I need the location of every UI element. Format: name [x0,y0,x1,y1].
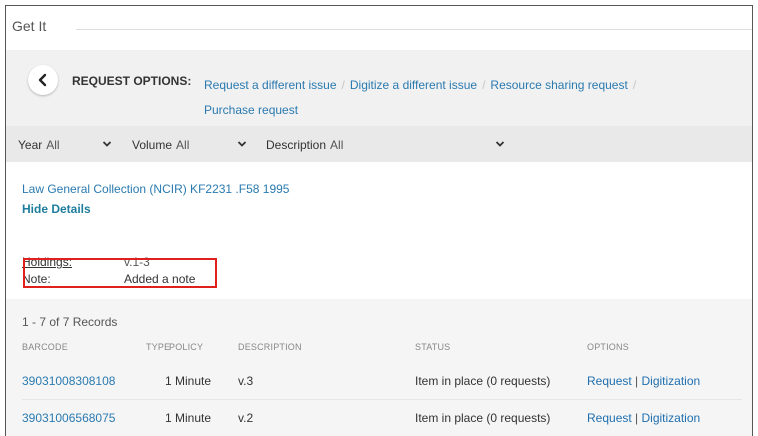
request-link[interactable]: Request [587,411,632,425]
options-cell: Request | Digitization [587,374,700,388]
chevron-left-icon [38,73,47,87]
column-header-description: DESCRIPTION [238,342,302,352]
link-separator: / [632,78,637,92]
header-divider [76,29,752,30]
options-cell: Request | Digitization [587,411,700,425]
year-filter[interactable]: Year All [18,138,60,152]
holding-location: Law General Collection (NCIR) KF2231 .F5… [22,182,290,196]
link-separator: / [341,78,345,92]
year-filter-label: Year [18,138,43,152]
hide-details-link[interactable]: Hide Details [22,202,91,216]
column-header-policy: POLICY [169,342,204,352]
chevron-down-icon[interactable] [237,140,247,148]
section-header: Get It [6,6,752,50]
section-title: Get It [12,18,47,34]
digitization-link[interactable]: Digitization [642,374,701,388]
records-count: 1 - 7 of 7 Records [22,315,118,329]
barcode-link[interactable]: 39031008308108 [22,374,115,388]
column-header-options: OPTIONS [587,342,629,352]
get-it-panel: Get It REQUEST OPTIONS: Request a differ… [5,5,753,436]
table-row: 39031006568075 1 Minute v.2 Item in plac… [22,400,742,436]
volume-filter[interactable]: Volume All [132,138,189,152]
column-header-type: TYPE [146,342,171,352]
policy-cell: 1 Minute [165,374,212,388]
description-cell: v.3 [238,374,254,388]
resource-sharing-request-link[interactable]: Resource sharing request [490,78,627,92]
filter-bar: Year All Volume All Description All [6,126,752,163]
records-section: 1 - 7 of 7 Records BARCODE TYPE POLICY D… [6,299,752,436]
digitization-link[interactable]: Digitization [642,411,701,425]
note-highlight-box [23,258,217,288]
option-separator: | [631,374,642,388]
policy-cell: 1 Minute [165,411,212,425]
description-filter[interactable]: Description All [266,138,343,152]
volume-filter-label: Volume [132,138,173,152]
option-separator: | [631,411,642,425]
volume-filter-value: All [176,138,190,152]
purchase-request-link[interactable]: Purchase request [204,103,298,117]
description-filter-value: All [330,138,344,152]
digitize-different-issue-link[interactable]: Digitize a different issue [350,78,477,92]
status-cell: Item in place (0 requests) [415,374,551,388]
status-cell: Item in place (0 requests) [415,411,551,425]
request-different-issue-link[interactable]: Request a different issue [204,78,337,92]
request-link[interactable]: Request [587,374,632,388]
link-separator: / [482,78,486,92]
back-button[interactable] [28,65,58,95]
request-options-links: Request a different issue / Digitize a dif… [204,73,724,123]
table-row: 39031008308108 1 Minute v.3 Item in plac… [22,363,742,400]
request-options-bar: REQUEST OPTIONS: Request a different iss… [6,50,752,126]
description-filter-label: Description [266,138,327,152]
column-header-barcode: BARCODE [22,342,68,352]
barcode-link[interactable]: 39031006568075 [22,411,115,425]
request-options-label: REQUEST OPTIONS: [72,74,192,88]
year-filter-value: All [46,138,60,152]
column-header-status: STATUS [415,342,451,352]
description-cell: v.2 [238,411,254,425]
chevron-down-icon[interactable] [102,140,112,148]
chevron-down-icon[interactable] [495,140,505,148]
